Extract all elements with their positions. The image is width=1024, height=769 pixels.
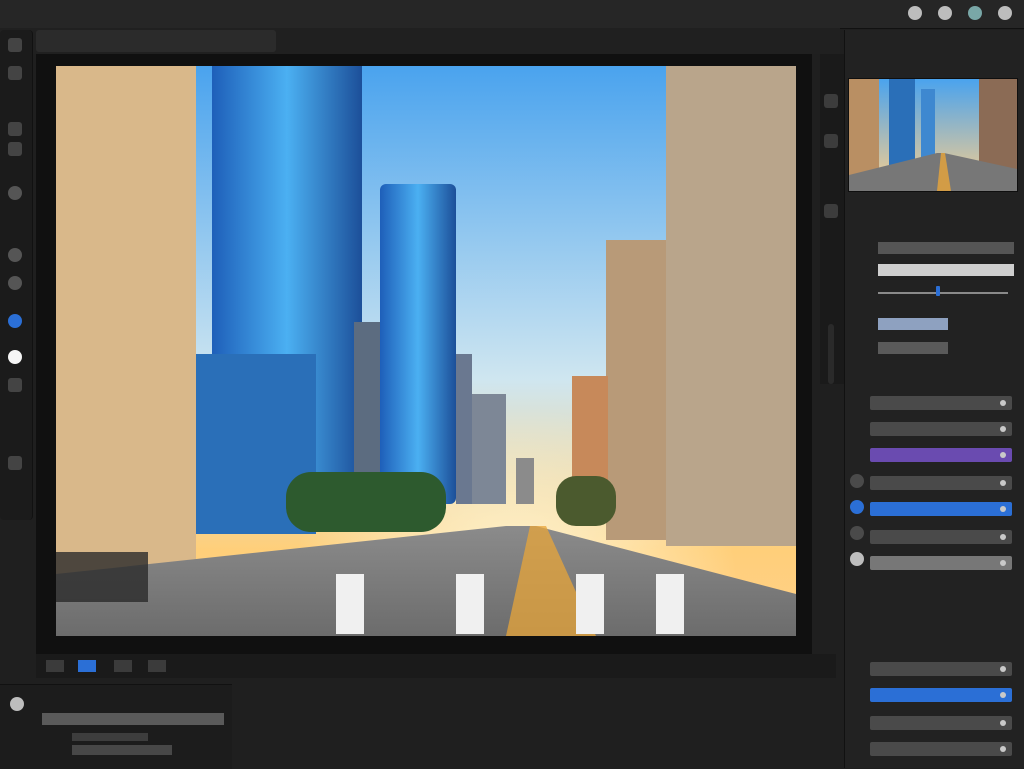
layer-visibility-icon[interactable] [1000, 560, 1006, 566]
active-tool-icon[interactable] [8, 314, 22, 328]
layer-visibility-icon[interactable] [1000, 400, 1006, 406]
distant-tower [354, 322, 380, 492]
layer-visibility-icon[interactable] [1000, 746, 1006, 752]
distant-tower [472, 394, 506, 504]
layer-row[interactable] [870, 422, 1012, 436]
crosswalk-stripe [336, 574, 364, 634]
panel-icon[interactable] [10, 697, 24, 711]
view-mode-button[interactable] [114, 660, 132, 672]
layer-visibility-icon[interactable] [1000, 666, 1006, 672]
adjust-row[interactable] [878, 342, 948, 354]
menu-action-icon[interactable] [938, 6, 952, 20]
crosswalk-stripe [576, 574, 604, 634]
adjust-slider-knob[interactable] [936, 286, 940, 296]
move-tool-icon[interactable] [8, 38, 22, 52]
text-tool-icon[interactable] [8, 456, 22, 470]
adjust-row[interactable] [878, 264, 1014, 276]
canvas-frame [36, 54, 812, 654]
crop-tool-icon[interactable] [8, 66, 22, 80]
layer-row[interactable] [870, 662, 1012, 676]
distant-tower [516, 458, 534, 504]
lasso-tool-icon[interactable] [8, 186, 22, 200]
canvas-status-strip [36, 654, 836, 678]
right-tall-building [666, 66, 796, 546]
rail-handle[interactable] [824, 204, 838, 218]
layer-visibility-icon[interactable] [1000, 720, 1006, 726]
distant-tower [456, 354, 472, 504]
menu-action-icon[interactable] [998, 6, 1012, 20]
menubar [0, 0, 1024, 29]
tab-group[interactable] [36, 30, 276, 52]
layer-row[interactable] [870, 476, 1012, 490]
bottom-panel-row[interactable] [72, 733, 148, 741]
layer-visibility-icon[interactable] [1000, 534, 1006, 540]
layer-visibility-icon[interactable] [1000, 426, 1006, 432]
adjust-slider-track[interactable] [878, 292, 1008, 294]
layer-visibility-icon[interactable] [1000, 452, 1006, 458]
eraser-tool-icon[interactable] [8, 142, 22, 156]
layer-icon[interactable] [850, 500, 864, 514]
glass-tower-mid [380, 184, 456, 504]
railing [56, 552, 148, 602]
layer-row[interactable] [870, 556, 1012, 570]
right-rail [820, 54, 844, 384]
brush-tool-icon[interactable] [8, 122, 22, 136]
menu-action-icon[interactable] [908, 6, 922, 20]
menu-action-icon[interactable] [968, 6, 982, 20]
bottom-panel-row[interactable] [42, 713, 224, 725]
crosswalk-stripe [456, 574, 484, 634]
layer-row[interactable] [870, 448, 1012, 462]
adjust-row[interactable] [878, 242, 1014, 254]
layer-row-selected[interactable] [870, 502, 1012, 516]
layer-row[interactable] [870, 742, 1012, 756]
left-toolbar [0, 30, 33, 520]
view-mode-button[interactable] [148, 660, 166, 672]
bottom-panel-row[interactable] [72, 745, 172, 755]
layer-visibility-icon[interactable] [1000, 506, 1006, 512]
layer-visibility-icon[interactable] [1000, 480, 1006, 486]
layer-row[interactable] [870, 530, 1012, 544]
photo-canvas[interactable] [36, 54, 812, 654]
view-mode-button-active[interactable] [78, 660, 96, 672]
left-stone-building [56, 66, 196, 626]
right-trees [556, 476, 616, 526]
heal-tool-icon[interactable] [8, 276, 22, 290]
layer-visibility-icon[interactable] [1000, 692, 1006, 698]
rail-scrollbar[interactable] [828, 324, 834, 384]
layer-icon[interactable] [850, 526, 864, 540]
color-swatch-icon[interactable] [8, 350, 22, 364]
left-trees [286, 472, 446, 532]
adjust-row[interactable] [878, 318, 948, 330]
rail-handle[interactable] [824, 94, 838, 108]
layer-row[interactable] [870, 396, 1012, 410]
view-mode-button[interactable] [46, 660, 64, 672]
crosswalk-stripe [656, 574, 684, 634]
bottom-panel [0, 684, 232, 769]
layer-row-selected[interactable] [870, 688, 1012, 702]
layer-row[interactable] [870, 716, 1012, 730]
preview-thumbnail[interactable] [848, 78, 1018, 192]
document-toolbar [0, 28, 840, 54]
eyedropper-tool-icon[interactable] [8, 378, 22, 392]
layer-icon[interactable] [850, 552, 864, 566]
layer-icon[interactable] [850, 474, 864, 488]
select-tool-icon[interactable] [8, 248, 22, 262]
rail-handle[interactable] [824, 134, 838, 148]
